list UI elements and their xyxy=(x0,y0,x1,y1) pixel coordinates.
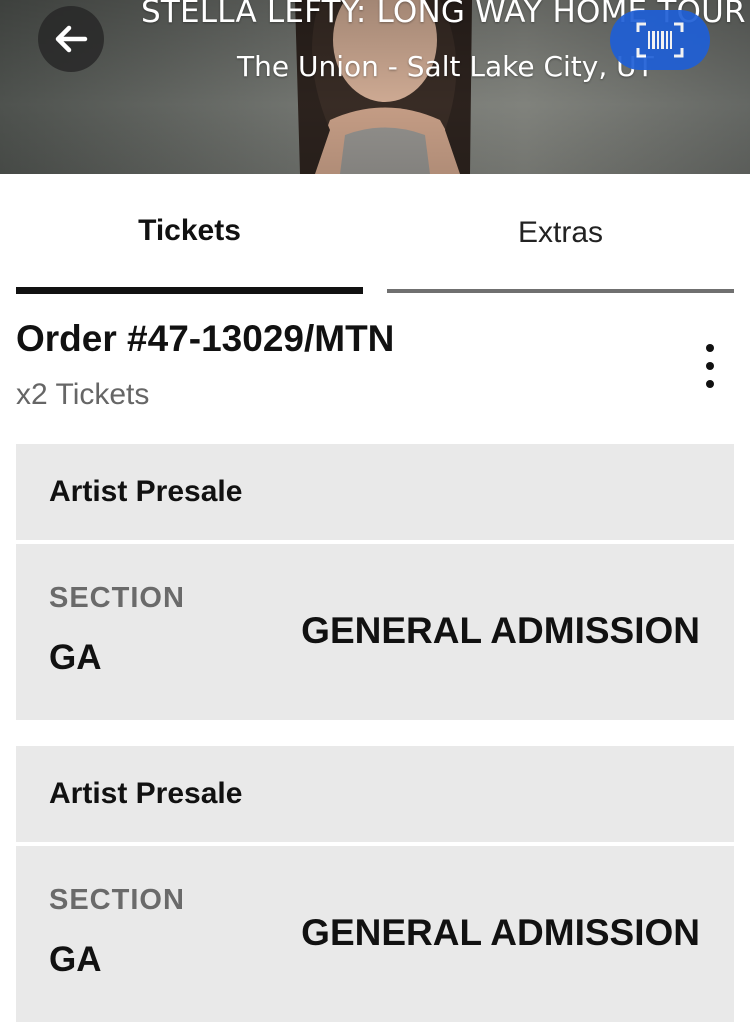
ticket-type: Artist Presale xyxy=(16,444,734,540)
ticket-card[interactable]: Artist Presale SECTION GA GENERAL ADMISS… xyxy=(16,746,734,1022)
ticket-type: Artist Presale xyxy=(16,746,734,842)
section-value: GA xyxy=(49,940,102,979)
section-value: GA xyxy=(49,638,102,677)
admission-type: GENERAL ADMISSION xyxy=(301,610,700,651)
tab-tickets[interactable]: Tickets xyxy=(16,174,363,294)
barcode-scan-icon xyxy=(636,22,684,58)
more-vertical-icon xyxy=(706,344,714,352)
section-label: SECTION xyxy=(49,582,185,614)
order-summary: Order #47-13029/MTN x2 Tickets xyxy=(0,294,750,444)
ticket-details: SECTION GA GENERAL ADMISSION xyxy=(16,544,734,720)
tab-bar: Tickets Extras xyxy=(0,174,750,294)
order-title: Order #47-13029/MTN xyxy=(16,318,395,359)
ticket-card[interactable]: Artist Presale SECTION GA GENERAL ADMISS… xyxy=(16,444,734,720)
event-header: STELLA LEFTY: LONG WAY HOME TOUR The Uni… xyxy=(0,0,750,174)
ticket-details: SECTION GA GENERAL ADMISSION xyxy=(16,846,734,1022)
ticket-count: x2 Tickets xyxy=(16,378,150,411)
section-label: SECTION xyxy=(49,884,185,916)
tab-indicator-active xyxy=(16,287,363,294)
back-button[interactable] xyxy=(38,6,104,72)
tab-extras[interactable]: Extras xyxy=(387,174,734,294)
more-options-button[interactable] xyxy=(696,344,724,388)
arrow-left-icon xyxy=(55,25,88,53)
admission-type: GENERAL ADMISSION xyxy=(301,912,700,953)
tab-indicator-inactive xyxy=(387,289,734,293)
event-venue: The Union - Salt Lake City, UT xyxy=(237,50,654,83)
scan-ticket-button[interactable] xyxy=(610,10,710,70)
